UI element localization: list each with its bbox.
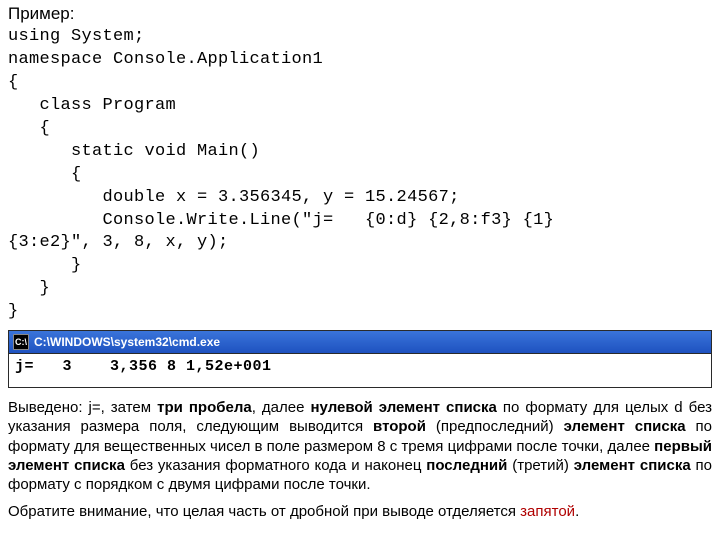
text-run: , далее [252, 399, 311, 416]
cmd-titlebar: C:\ C:\WINDOWS\system32\cmd.exe [9, 331, 711, 354]
bold-run: три пробела [157, 399, 252, 416]
code-line: { [8, 73, 19, 92]
cmd-output: j= 3 3,356 8 1,52e+001 [9, 354, 711, 387]
cmd-icon: C:\ [13, 334, 29, 350]
note-paragraph: Обратите внимание, что целая часть от др… [8, 502, 712, 521]
explanation-paragraph: Выведено: j=, затем три пробела, далее н… [8, 398, 712, 494]
text-run: Обратите внимание, что целая часть от др… [8, 503, 520, 520]
text-run: (третий) [507, 457, 573, 474]
code-line: Console.Write.Line("j= {0:d} {2,8:f3} {1… [8, 211, 554, 230]
bold-run: второй [373, 418, 426, 435]
code-line: namespace Console.Application1 [8, 50, 323, 69]
code-line: } [8, 256, 82, 275]
code-line: { [8, 165, 82, 184]
code-line: class Program [8, 96, 176, 115]
cmd-title-text: C:\WINDOWS\system32\cmd.exe [34, 335, 220, 349]
text-run: Выведено: j=, затем [8, 399, 157, 416]
cmd-window: C:\ C:\WINDOWS\system32\cmd.exe j= 3 3,3… [8, 330, 712, 388]
code-line: {3:e2}", 3, 8, x, y); [8, 233, 229, 252]
text-run: (предпоследний) [426, 418, 564, 435]
code-line: } [8, 302, 19, 321]
highlight-run: запятой [520, 503, 575, 520]
bold-run: элемент списка [574, 457, 691, 474]
code-line: static void Main() [8, 142, 260, 161]
example-heading: Пример: [8, 4, 712, 24]
code-block: using System; namespace Console.Applicat… [8, 26, 712, 324]
text-run: . [575, 503, 579, 520]
text-run: без указания форматного кода и наконец [125, 457, 426, 474]
bold-run: последний [426, 457, 507, 474]
bold-run: элемент списка [564, 418, 686, 435]
code-line: { [8, 119, 50, 138]
code-line: using System; [8, 27, 145, 46]
bold-run: нулевой элемент списка [310, 399, 496, 416]
code-line: } [8, 279, 50, 298]
code-line: double x = 3.356345, y = 15.24567; [8, 188, 460, 207]
